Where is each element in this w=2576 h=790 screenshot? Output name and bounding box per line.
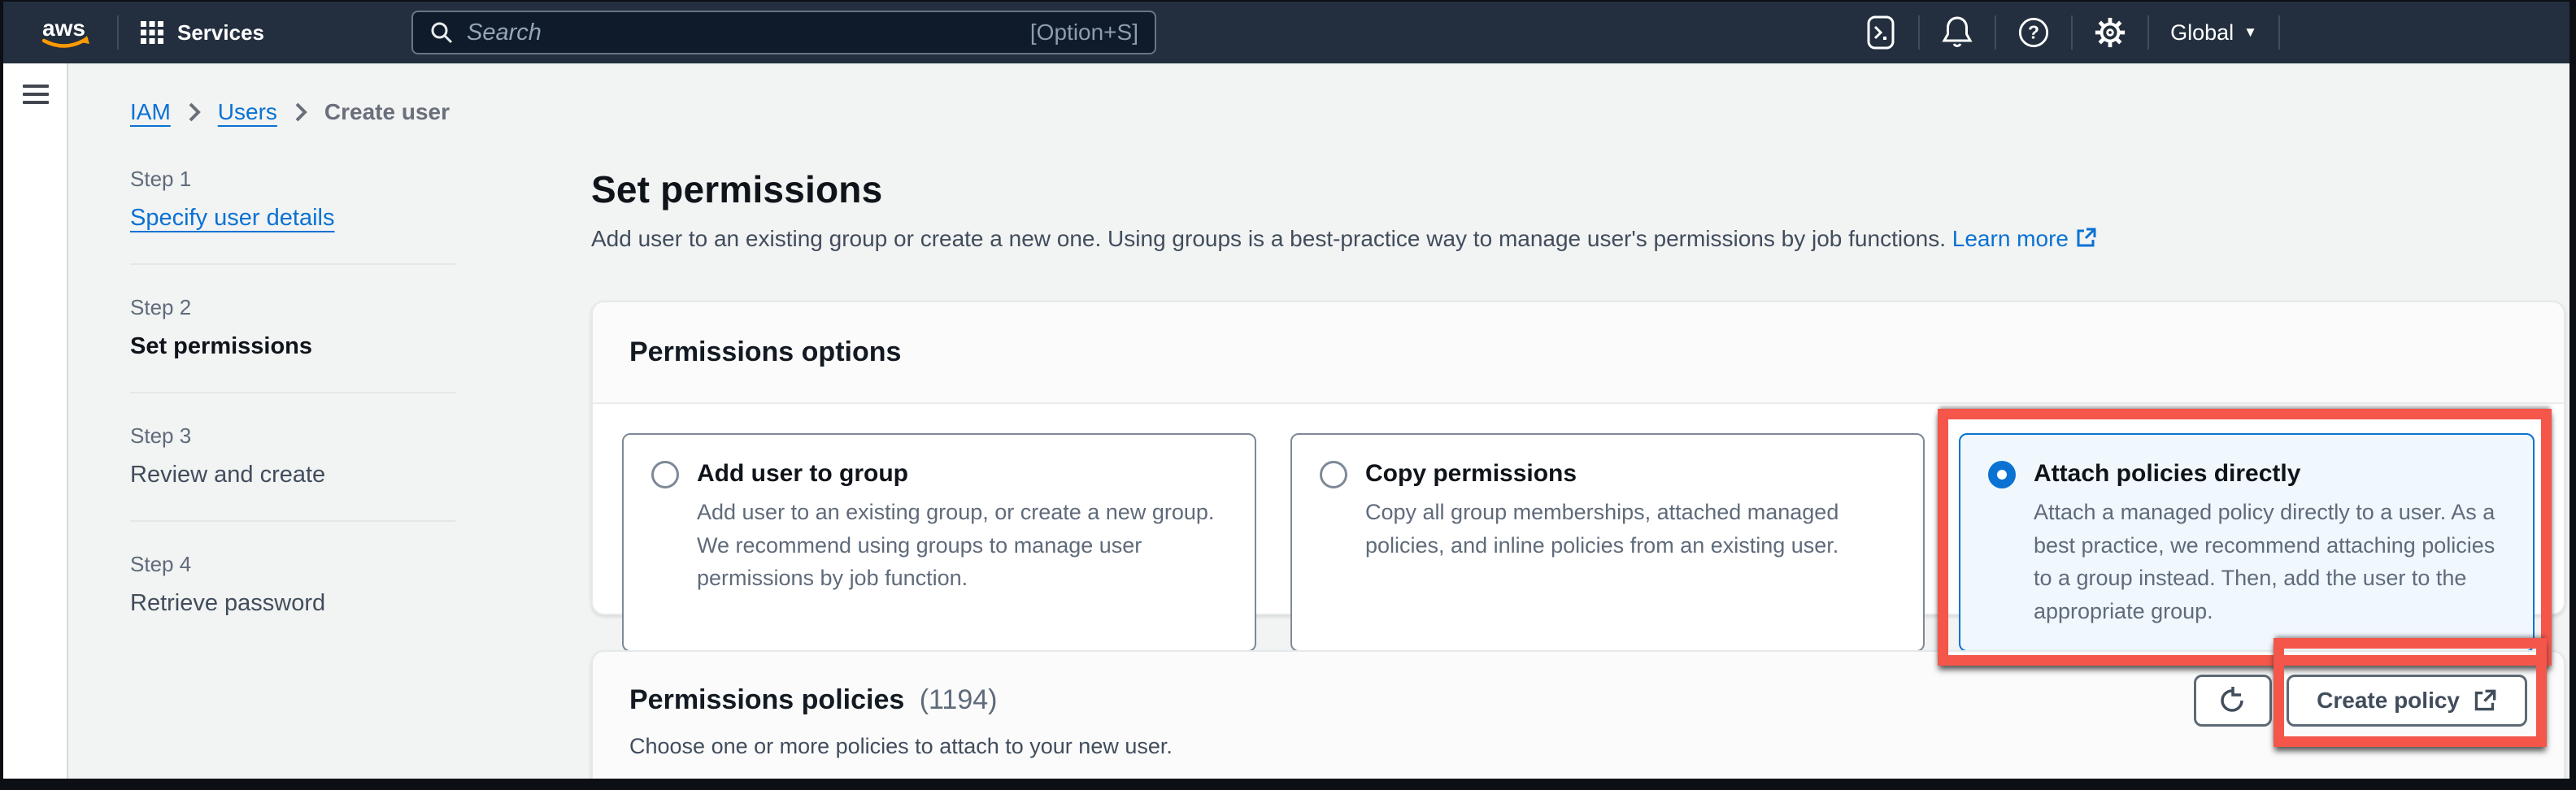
nav-divider: [1995, 15, 1996, 50]
services-grid-icon: [140, 20, 164, 45]
wizard-steps-nav: Step 1 Specify user details Step 2 Set p…: [130, 167, 455, 649]
page-description-text: Add user to an existing group or create …: [591, 226, 1946, 251]
permissions-options-body: Add user to group Add user to an existin…: [593, 404, 2564, 688]
svg-text:?: ?: [2028, 22, 2039, 43]
step-label: Step 2: [130, 295, 455, 320]
nav-divider: [2278, 15, 2280, 50]
region-label: Global: [2170, 20, 2234, 46]
aws-console-page: aws Services: [3, 2, 2569, 779]
search-icon: [429, 20, 454, 45]
create-policy-label: Create policy: [2317, 688, 2460, 714]
option-description: Copy all group memberships, attached man…: [1365, 496, 1895, 562]
global-search[interactable]: [Option+S]: [411, 11, 1156, 54]
permissions-policies-panel: Permissions policies (1194) Choose one o…: [591, 650, 2565, 779]
menu-hamburger-icon[interactable]: [23, 85, 49, 109]
step-label: Step 1: [130, 167, 455, 192]
option-card-attach-policies-directly[interactable]: Attach policies directly Attach a manage…: [1959, 433, 2535, 652]
step-retrieve-password: Retrieve password: [130, 590, 455, 617]
radio-copy-permissions[interactable]: [1320, 461, 1347, 488]
option-card-copy-permissions[interactable]: Copy permissions Copy all group membersh…: [1290, 433, 1925, 652]
option-title: Attach policies directly: [2034, 458, 2505, 489]
option-description: Attach a managed policy directly to a us…: [2034, 496, 2505, 627]
learn-more-label: Learn more: [1952, 226, 2069, 251]
permissions-policies-count: (1194): [920, 684, 998, 715]
permissions-options-title: Permissions options: [629, 336, 901, 368]
search-input[interactable]: [467, 20, 1030, 46]
help-button[interactable]: ?: [2017, 15, 2050, 50]
page-description: Add user to an existing group or create …: [591, 226, 2565, 252]
region-selector[interactable]: Global ▼: [2170, 20, 2257, 46]
breadcrumb: IAM Users Create user: [130, 99, 450, 125]
breadcrumb-current-page: Create user: [324, 99, 450, 125]
services-menu-button[interactable]: Services: [140, 20, 264, 46]
nav-divider: [117, 15, 119, 50]
step-item-2: Step 2 Set permissions: [130, 263, 455, 392]
option-title: Add user to group: [697, 458, 1227, 489]
settings-gear-button[interactable]: [2094, 15, 2126, 50]
permissions-policies-title: Permissions policies: [629, 684, 904, 715]
step-item-4: Step 4 Retrieve password: [130, 520, 455, 649]
services-label: Services: [177, 20, 264, 46]
option-card-add-user-to-group[interactable]: Add user to group Add user to an existin…: [622, 433, 1256, 652]
step-link-specify-user-details[interactable]: Specify user details: [130, 205, 455, 232]
nav-divider: [2071, 15, 2073, 50]
nav-spacer: [2301, 2, 2569, 63]
radio-attach-policies-directly[interactable]: [1988, 461, 2016, 488]
breadcrumb-chevron-icon: [294, 101, 308, 124]
refresh-button[interactable]: [2194, 675, 2272, 727]
chevron-down-icon: ▼: [2243, 24, 2257, 41]
breadcrumb-chevron-icon: [187, 101, 202, 124]
step-item-1: Step 1 Specify user details: [130, 167, 455, 263]
step-review-and-create: Review and create: [130, 462, 455, 488]
external-link-icon: [2075, 227, 2097, 249]
breadcrumb-users-link[interactable]: Users: [218, 99, 277, 125]
nav-divider: [1918, 15, 1920, 50]
step-label: Step 3: [130, 423, 455, 449]
aws-logo-text: aws: [42, 15, 85, 41]
step-label: Step 4: [130, 552, 455, 577]
page-title: Set permissions: [591, 167, 2565, 211]
learn-more-link[interactable]: Learn more: [1952, 226, 2097, 251]
refresh-icon: [2218, 686, 2247, 715]
option-title: Copy permissions: [1365, 458, 1895, 489]
step-current-set-permissions: Set permissions: [130, 333, 455, 360]
permissions-policies-description: Choose one or more policies to attach to…: [629, 734, 2194, 759]
step-item-3: Step 3 Review and create: [130, 392, 455, 520]
create-policy-button[interactable]: Create policy: [2287, 675, 2527, 727]
radio-add-user-to-group[interactable]: [651, 461, 679, 488]
top-navigation-bar: aws Services: [3, 2, 2569, 63]
breadcrumb-iam-link[interactable]: IAM: [130, 99, 171, 125]
nav-divider: [2147, 15, 2149, 50]
aws-logo[interactable]: aws: [37, 14, 96, 51]
search-shortcut-hint: [Option+S]: [1030, 20, 1138, 46]
option-description: Add user to an existing group, or create…: [697, 496, 1227, 595]
permissions-options-header: Permissions options: [593, 302, 2564, 404]
cloudshell-button[interactable]: [1865, 15, 1897, 50]
permissions-options-panel: Permissions options Add user to group Ad…: [591, 301, 2565, 615]
collapsed-side-navigation: [3, 63, 68, 779]
notifications-bell-button[interactable]: [1941, 15, 1973, 50]
external-link-icon: [2473, 688, 2497, 713]
screenshot-frame: aws Services: [0, 0, 2576, 790]
